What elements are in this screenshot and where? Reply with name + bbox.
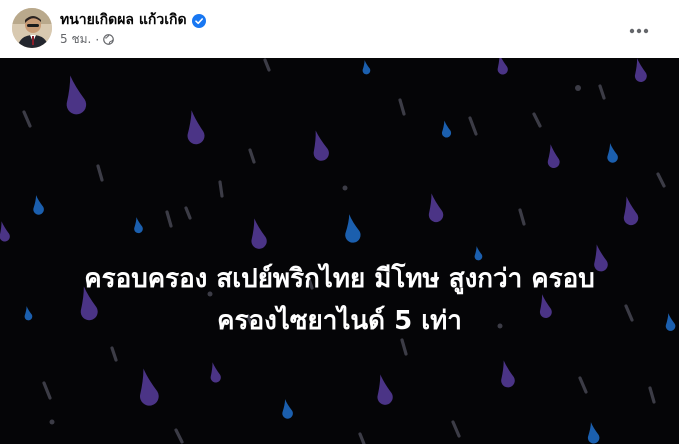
post-text-line-1: ครอบครอง สเปย์พริกไทย มีโทษ สูงกว่า ครอบ: [84, 264, 595, 294]
author-avatar[interactable]: [12, 8, 52, 48]
post-meta: 5 ชม. ·: [60, 30, 115, 49]
avatar-image: [12, 8, 52, 48]
author-row: ทนายเกิดผล แก้วเกิด: [60, 9, 206, 31]
globe-icon[interactable]: [103, 34, 115, 45]
rain-drops-background: [0, 58, 677, 444]
meta-separator: ·: [95, 32, 100, 47]
verified-badge-icon: [191, 13, 206, 28]
post-timestamp[interactable]: 5 ชม.: [60, 30, 91, 49]
more-horizontal-icon: [629, 19, 649, 38]
more-options-button[interactable]: [623, 12, 655, 44]
post-header: ทนายเกิดผล แก้วเกิด 5 ชม. ·: [0, 0, 679, 58]
facebook-post: ทนายเกิดผล แก้วเกิด 5 ชม. · ครอบครอง สเป…: [0, 0, 679, 444]
post-image-text: ครอบครอง สเปย์พริกไทย มีโทษ สูงกว่า ครอบ…: [0, 258, 679, 342]
post-text-line-2: ครองไซยาไนด์ 5 เท่า: [217, 306, 462, 336]
author-name[interactable]: ทนายเกิดผล แก้วเกิด: [60, 9, 187, 31]
post-image[interactable]: ครอบครอง สเปย์พริกไทย มีโทษ สูงกว่า ครอบ…: [0, 58, 679, 444]
